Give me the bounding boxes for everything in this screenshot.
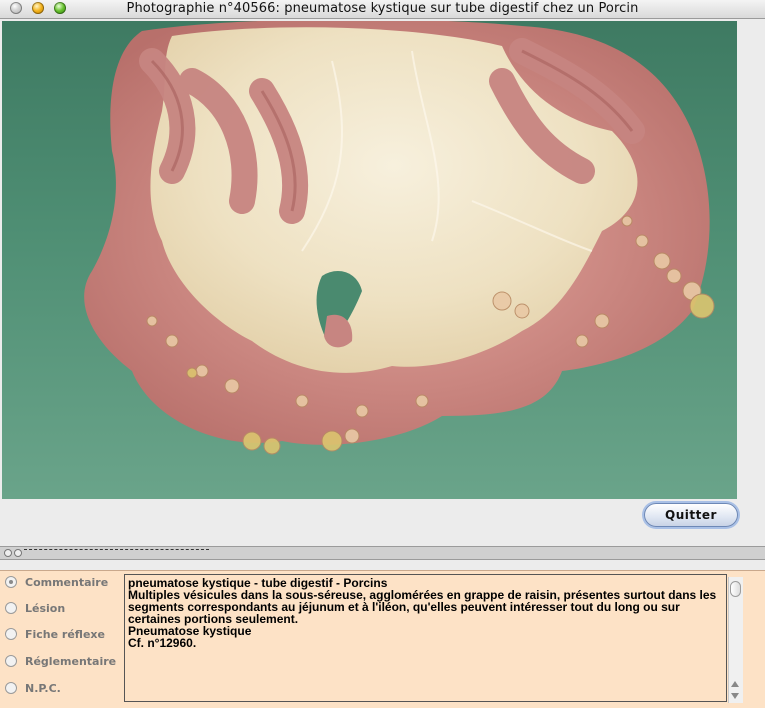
option-label: Réglementaire xyxy=(25,654,117,668)
comment-scrollbar[interactable] xyxy=(728,577,743,703)
secondary-close-icon[interactable] xyxy=(4,549,12,557)
scroll-thumb[interactable] xyxy=(730,581,741,597)
secondary-window-bar xyxy=(0,546,765,560)
option-fiche-reflexe[interactable]: Fiche réflexe xyxy=(5,626,105,642)
window-title: Photographie n°40566: pneumatose kystiqu… xyxy=(126,1,639,16)
option-commentaire[interactable]: Commentaire xyxy=(5,574,108,590)
scroll-down-arrow-icon[interactable] xyxy=(731,693,739,699)
option-reglementaire[interactable]: Réglementaire xyxy=(5,653,116,669)
radio-icon[interactable] xyxy=(5,682,17,694)
scroll-up-arrow-icon[interactable] xyxy=(731,681,739,687)
option-label: Commentaire xyxy=(25,575,109,589)
comment-line: Cf. n°12960. xyxy=(128,636,197,650)
comment-line: Pneumatose kystique xyxy=(128,624,252,638)
radio-icon[interactable] xyxy=(5,655,17,667)
option-lesion[interactable]: Lésion xyxy=(5,600,65,616)
radio-icon[interactable] xyxy=(5,602,17,614)
secondary-minimize-icon[interactable] xyxy=(14,549,22,557)
comment-text-area[interactable]: pneumatose kystique - tube digestif - Po… xyxy=(124,574,727,702)
comment-panel: Commentaire Lésion Fiche réflexe Régleme… xyxy=(0,570,765,708)
option-npc[interactable]: N.P.C. xyxy=(5,680,61,696)
option-label: N.P.C. xyxy=(25,681,61,695)
divider-dashes xyxy=(24,549,209,550)
quit-button[interactable]: Quitter xyxy=(644,503,738,527)
option-label: Lésion xyxy=(25,601,66,615)
radio-icon[interactable] xyxy=(5,576,17,588)
comment-line: Multiples vésicules dans la sous-séreuse… xyxy=(128,588,717,626)
radio-icon[interactable] xyxy=(5,628,17,640)
option-label: Fiche réflexe xyxy=(25,627,105,641)
title-bar: Photographie n°40566: pneumatose kystiqu… xyxy=(0,0,765,19)
specimen-photograph xyxy=(2,21,737,499)
